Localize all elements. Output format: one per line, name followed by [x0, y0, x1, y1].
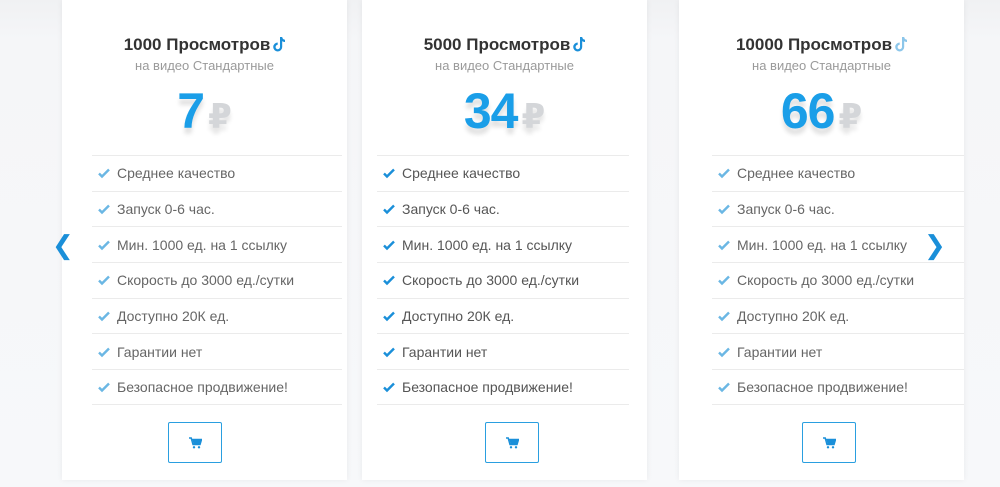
feature-item: Мин. 1000 ед. на 1 ссылку: [92, 226, 342, 262]
feature-item: Доступно 20К ед.: [92, 297, 342, 334]
check-icon: [718, 204, 730, 215]
cart-icon: [822, 436, 836, 448]
tiktok-icon: [895, 37, 908, 52]
check-icon: [383, 382, 395, 393]
plan-card-10000: 10000 Просмотров на видео Стандартные 66…: [679, 0, 964, 480]
tiktok-icon: [573, 37, 586, 52]
feature-item: Мин. 1000 ед. на 1 ссылку: [377, 226, 629, 262]
feature-item: Скорость до 3000 ед./сутки: [377, 262, 629, 298]
plan-title: 1000 Просмотров: [62, 35, 347, 55]
check-icon: [98, 204, 110, 215]
feature-item: Среднее качество: [377, 155, 629, 191]
cart-icon: [505, 436, 519, 448]
plan-title: 10000 Просмотров: [679, 35, 964, 55]
feature-list: Среднее качество Запуск 0-6 час. Мин. 10…: [712, 155, 964, 405]
price-amount: 34: [463, 83, 519, 139]
check-icon: [718, 382, 730, 393]
check-icon: [98, 347, 110, 357]
feature-item: Безопасное продвижение!: [712, 369, 964, 405]
feature-item: Гарантии нет: [377, 333, 629, 369]
feature-item: Безопасное продвижение!: [377, 369, 629, 405]
feature-item: Гарантии нет: [712, 333, 964, 369]
add-to-cart-button[interactable]: [168, 422, 222, 463]
check-icon: [98, 168, 110, 179]
check-icon: [383, 276, 395, 286]
check-icon: [383, 204, 395, 215]
next-arrow-icon[interactable]: ❯: [924, 231, 946, 261]
plan-subtitle: на видео Стандартные: [752, 58, 891, 73]
check-icon: [98, 311, 110, 322]
check-icon: [383, 311, 395, 322]
price-amount: 7: [177, 83, 205, 139]
feature-item: Скорость до 3000 ед./сутки: [712, 262, 964, 298]
plan-price: 66 ₽: [679, 82, 964, 142]
plan-title: 5000 Просмотров: [362, 35, 647, 55]
check-icon: [718, 168, 730, 179]
add-to-cart-button[interactable]: [485, 422, 539, 463]
plan-subtitle: на видео Стандартные: [135, 58, 274, 73]
price-currency: ₽: [208, 98, 232, 136]
plan-price: 34 ₽: [362, 82, 647, 142]
price-currency: ₽: [838, 98, 863, 136]
check-icon: [718, 276, 730, 286]
feature-item: Среднее качество: [712, 155, 964, 191]
feature-item: Доступно 20К ед.: [712, 297, 964, 334]
check-icon: [383, 240, 395, 250]
feature-item: Доступно 20К ед.: [377, 297, 629, 334]
check-icon: [98, 276, 110, 286]
tiktok-icon: [273, 37, 286, 52]
price-amount: 66: [780, 83, 836, 139]
check-icon: [718, 240, 730, 250]
check-icon: [718, 311, 730, 322]
add-to-cart-button[interactable]: [802, 422, 856, 463]
feature-item: Гарантии нет: [92, 333, 342, 369]
feature-item: Безопасное продвижение!: [92, 369, 342, 405]
price-currency: ₽: [521, 98, 546, 136]
feature-item: Скорость до 3000 ед./сутки: [92, 262, 342, 298]
plan-card-1000: 1000 Просмотров на видео Стандартные 7 ₽ …: [62, 0, 347, 480]
check-icon: [98, 382, 110, 393]
plan-subtitle: на видео Стандартные: [435, 58, 574, 73]
feature-item: Запуск 0-6 час.: [712, 190, 964, 227]
feature-list: Среднее качество Запуск 0-6 час. Мин. 10…: [377, 155, 629, 405]
plan-card-5000: 5000 Просмотров на видео Стандартные 34 ₽…: [362, 0, 647, 480]
feature-item: Среднее качество: [92, 155, 342, 191]
feature-item: Запуск 0-6 час.: [92, 190, 342, 227]
check-icon: [718, 347, 730, 357]
check-icon: [383, 347, 395, 357]
plan-price: 7 ₽: [62, 82, 347, 142]
feature-list: Среднее качество Запуск 0-6 час. Мин. 10…: [92, 155, 342, 405]
check-icon: [383, 168, 395, 179]
prev-arrow-icon[interactable]: ❮: [52, 231, 74, 261]
cart-icon: [188, 436, 202, 448]
feature-item: Запуск 0-6 час.: [377, 190, 629, 227]
check-icon: [98, 240, 110, 250]
